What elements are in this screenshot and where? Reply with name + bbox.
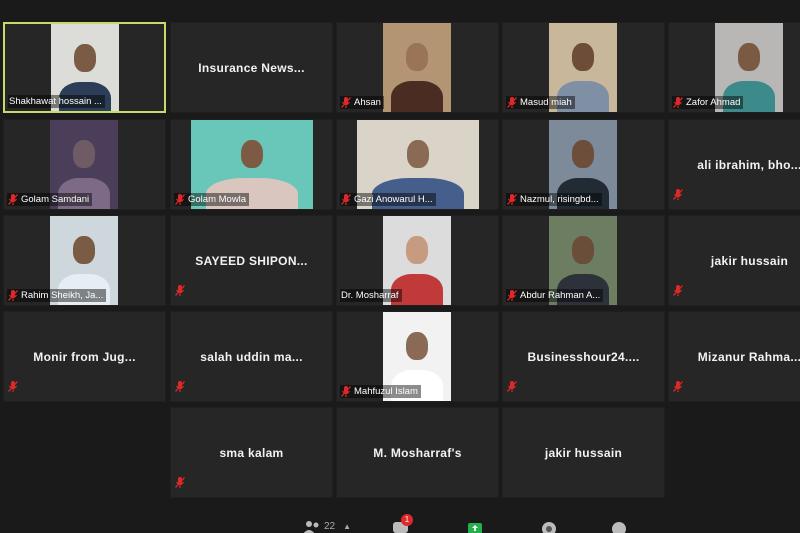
participant-name: ali ibrahim, bho... <box>697 158 800 172</box>
participant-name: jakir hussain <box>544 446 623 460</box>
participant-tile[interactable]: Nazmul, risingbd... <box>502 119 665 210</box>
reactions-icon <box>612 521 626 533</box>
mic-muted-icon <box>507 290 517 301</box>
mic-muted-icon <box>507 381 517 392</box>
mic-muted-icon <box>673 97 683 108</box>
mic-muted-icon <box>507 97 517 108</box>
participant-name: salah uddin ma... <box>200 350 303 364</box>
participant-tile[interactable]: Businesshour24.... <box>502 311 665 402</box>
record-button[interactable] <box>540 518 558 533</box>
participant-name: Abdur Rahman A... <box>520 290 601 301</box>
participant-name: Zafor Ahmad <box>686 97 741 108</box>
mic-muted-icon <box>175 381 185 392</box>
participants-button[interactable]: 22 ▲ <box>303 518 351 533</box>
participant-name: Golam Mowla <box>188 194 247 205</box>
participant-tile[interactable]: Abdur Rahman A... <box>502 215 665 306</box>
participant-tile[interactable]: Dr. Mosharraf <box>336 215 499 306</box>
mic-muted-icon <box>175 477 185 488</box>
share-screen-icon <box>468 522 482 533</box>
participant-label: Rahim Sheikh, Ja... <box>7 289 107 302</box>
participant-label: Masud miah <box>506 96 575 109</box>
participant-tile[interactable]: Mizanur Rahma... <box>668 311 800 402</box>
participant-tile[interactable]: jakir hussain <box>502 407 665 498</box>
participants-icon <box>303 520 319 533</box>
participant-label: Golam Samdani <box>7 193 93 206</box>
share-screen-button[interactable] <box>466 518 484 533</box>
participant-name: Dr. Mosharraf <box>341 290 399 301</box>
participant-tile[interactable]: sma kalam <box>170 407 333 498</box>
participant-label: Zafor Ahmad <box>672 96 744 109</box>
participant-tile[interactable]: salah uddin ma... <box>170 311 333 402</box>
participant-tile[interactable]: Masud miah <box>502 22 665 113</box>
mic-muted-icon <box>507 194 517 205</box>
chevron-up-icon[interactable]: ▲ <box>343 522 351 531</box>
participant-name: jakir hussain <box>710 254 789 268</box>
participant-tile[interactable]: Ahsan <box>336 22 499 113</box>
participant-tile[interactable]: M. Mosharraf's <box>336 407 499 498</box>
participant-name: Masud miah <box>520 97 572 108</box>
participant-tile[interactable]: Golam Samdani <box>3 119 166 210</box>
participant-label: Ahsan <box>340 96 384 109</box>
mic-muted-icon <box>673 285 683 296</box>
mic-muted-icon <box>341 97 351 108</box>
participant-label: Dr. Mosharraf <box>340 289 402 302</box>
participant-tile[interactable]: ali ibrahim, bho... <box>668 119 800 210</box>
mic-muted-icon <box>175 194 185 205</box>
mic-muted-icon <box>8 194 18 205</box>
mic-muted-icon <box>341 386 351 397</box>
mic-muted-icon <box>175 285 185 296</box>
participant-tile[interactable]: Golam Mowla <box>170 119 333 210</box>
participant-name: Monir from Jug... <box>33 350 136 364</box>
mic-muted-icon <box>673 189 683 200</box>
participant-name: Gazi Anowarul H... <box>354 194 433 205</box>
participant-name: Businesshour24.... <box>527 350 640 364</box>
meeting-toolbar: 22 ▲ 1 <box>0 502 800 533</box>
participant-label: Golam Mowla <box>174 193 250 206</box>
participant-tile[interactable]: Gazi Anowarul H... <box>336 119 499 210</box>
participant-tile[interactable]: jakir hussain <box>668 215 800 306</box>
participant-label: Shakhawat hossain ... <box>8 95 105 108</box>
participant-name: sma kalam <box>219 446 284 460</box>
mic-muted-icon <box>8 381 18 392</box>
participant-label: Nazmul, risingbd... <box>506 193 602 206</box>
participant-name: Insurance News... <box>198 61 305 75</box>
participant-label: Mahfuzul Islam <box>340 385 421 398</box>
participant-name: SAYEED SHIPON... <box>195 254 308 268</box>
mic-muted-icon <box>673 381 683 392</box>
participants-count: 22 <box>324 521 336 532</box>
participant-name: Mahfuzul Islam <box>354 386 418 397</box>
participant-tile[interactable]: Rahim Sheikh, Ja... <box>3 215 166 306</box>
mic-muted-icon <box>8 290 18 301</box>
participant-label: Abdur Rahman A... <box>506 289 604 302</box>
participant-tile[interactable]: Mahfuzul Islam <box>336 311 499 402</box>
participant-name: Nazmul, risingbd... <box>520 194 599 205</box>
participant-tile[interactable]: SAYEED SHIPON... <box>170 215 333 306</box>
participant-name: Golam Samdani <box>21 194 90 205</box>
participant-name: Shakhawat hossain ... <box>9 96 102 107</box>
participant-name: Ahsan <box>354 97 381 108</box>
participant-label: Gazi Anowarul H... <box>340 193 436 206</box>
chat-badge: 1 <box>401 514 413 526</box>
participant-name: M. Mosharraf's <box>373 446 462 460</box>
participant-tile[interactable]: Shakhawat hossain ... <box>3 22 166 113</box>
participant-name: Mizanur Rahma... <box>697 350 800 364</box>
participant-name: Rahim Sheikh, Ja... <box>21 290 104 301</box>
participant-tile[interactable]: Zafor Ahmad <box>668 22 800 113</box>
record-icon <box>542 521 556 533</box>
gallery-grid: Shakhawat hossain ... Insurance News... Ah… <box>0 22 800 502</box>
participant-video <box>383 23 451 112</box>
mic-muted-icon <box>341 194 351 205</box>
participant-tile[interactable]: Insurance News... <box>170 22 333 113</box>
chat-button[interactable]: 1 <box>392 514 413 533</box>
participant-tile[interactable]: Monir from Jug... <box>3 311 166 402</box>
reactions-button[interactable] <box>610 518 628 533</box>
